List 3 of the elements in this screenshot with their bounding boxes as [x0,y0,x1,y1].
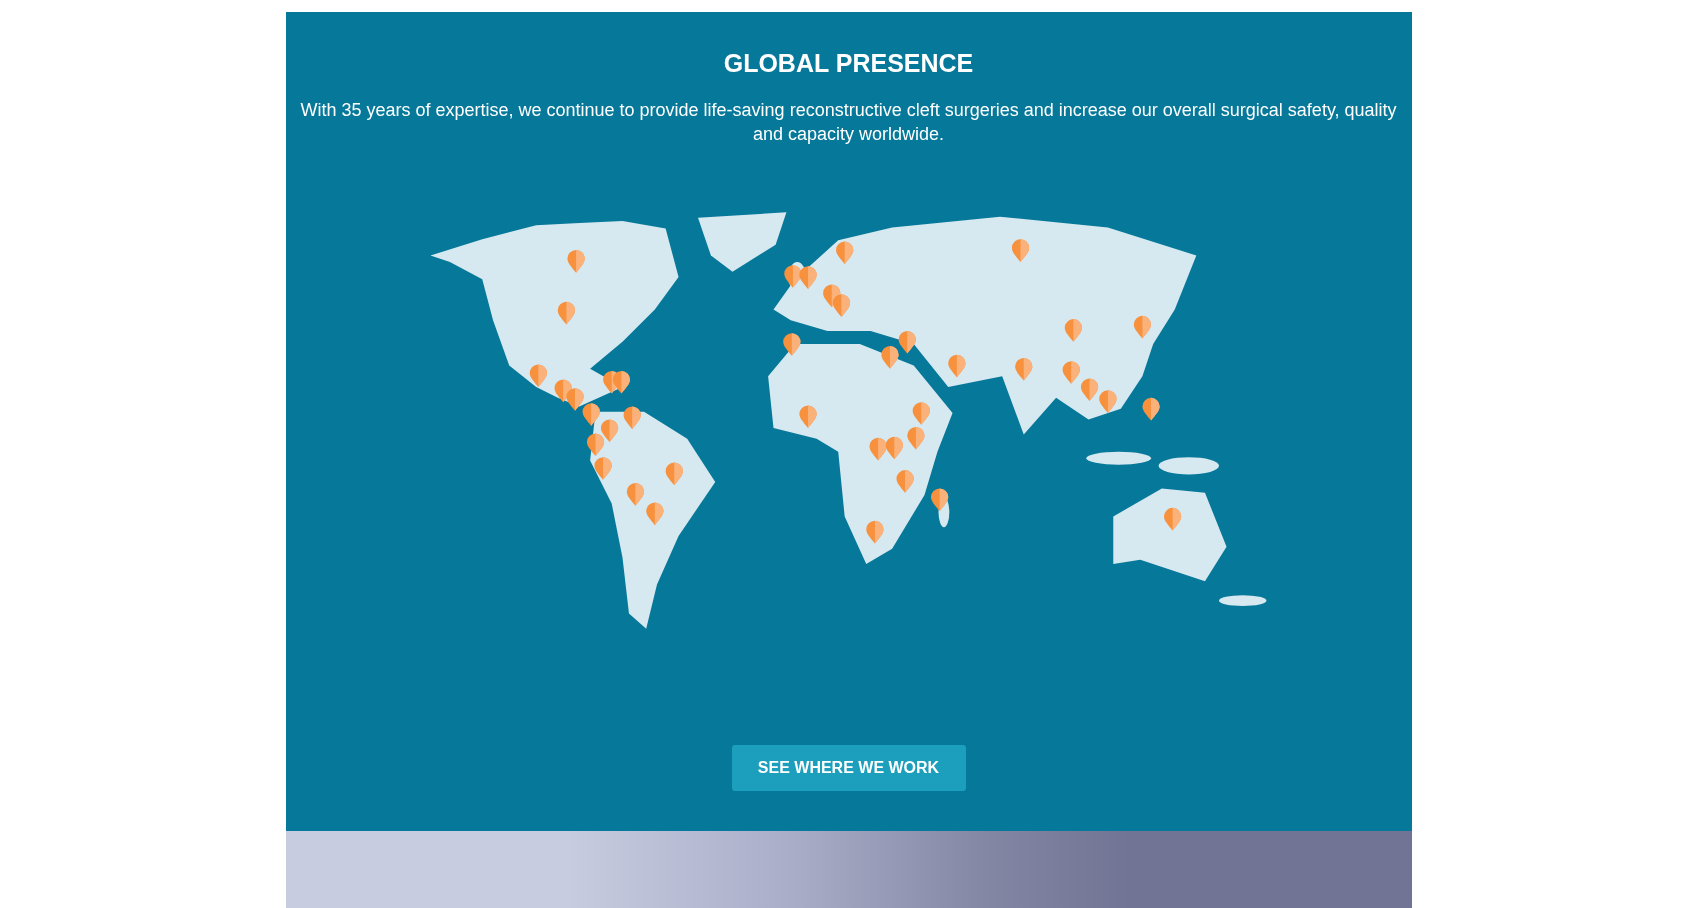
section-title: GLOBAL PRESENCE [723,48,974,78]
section-description: With 35 years of expertise, we continue to provide life-saving reconstructive cleft surgeries and increase our overall surgical safety, quality and capacity worldwide. [299,99,1398,146]
see-where-we-work-button[interactable]: SEE WHERE WE WORK [731,745,966,791]
